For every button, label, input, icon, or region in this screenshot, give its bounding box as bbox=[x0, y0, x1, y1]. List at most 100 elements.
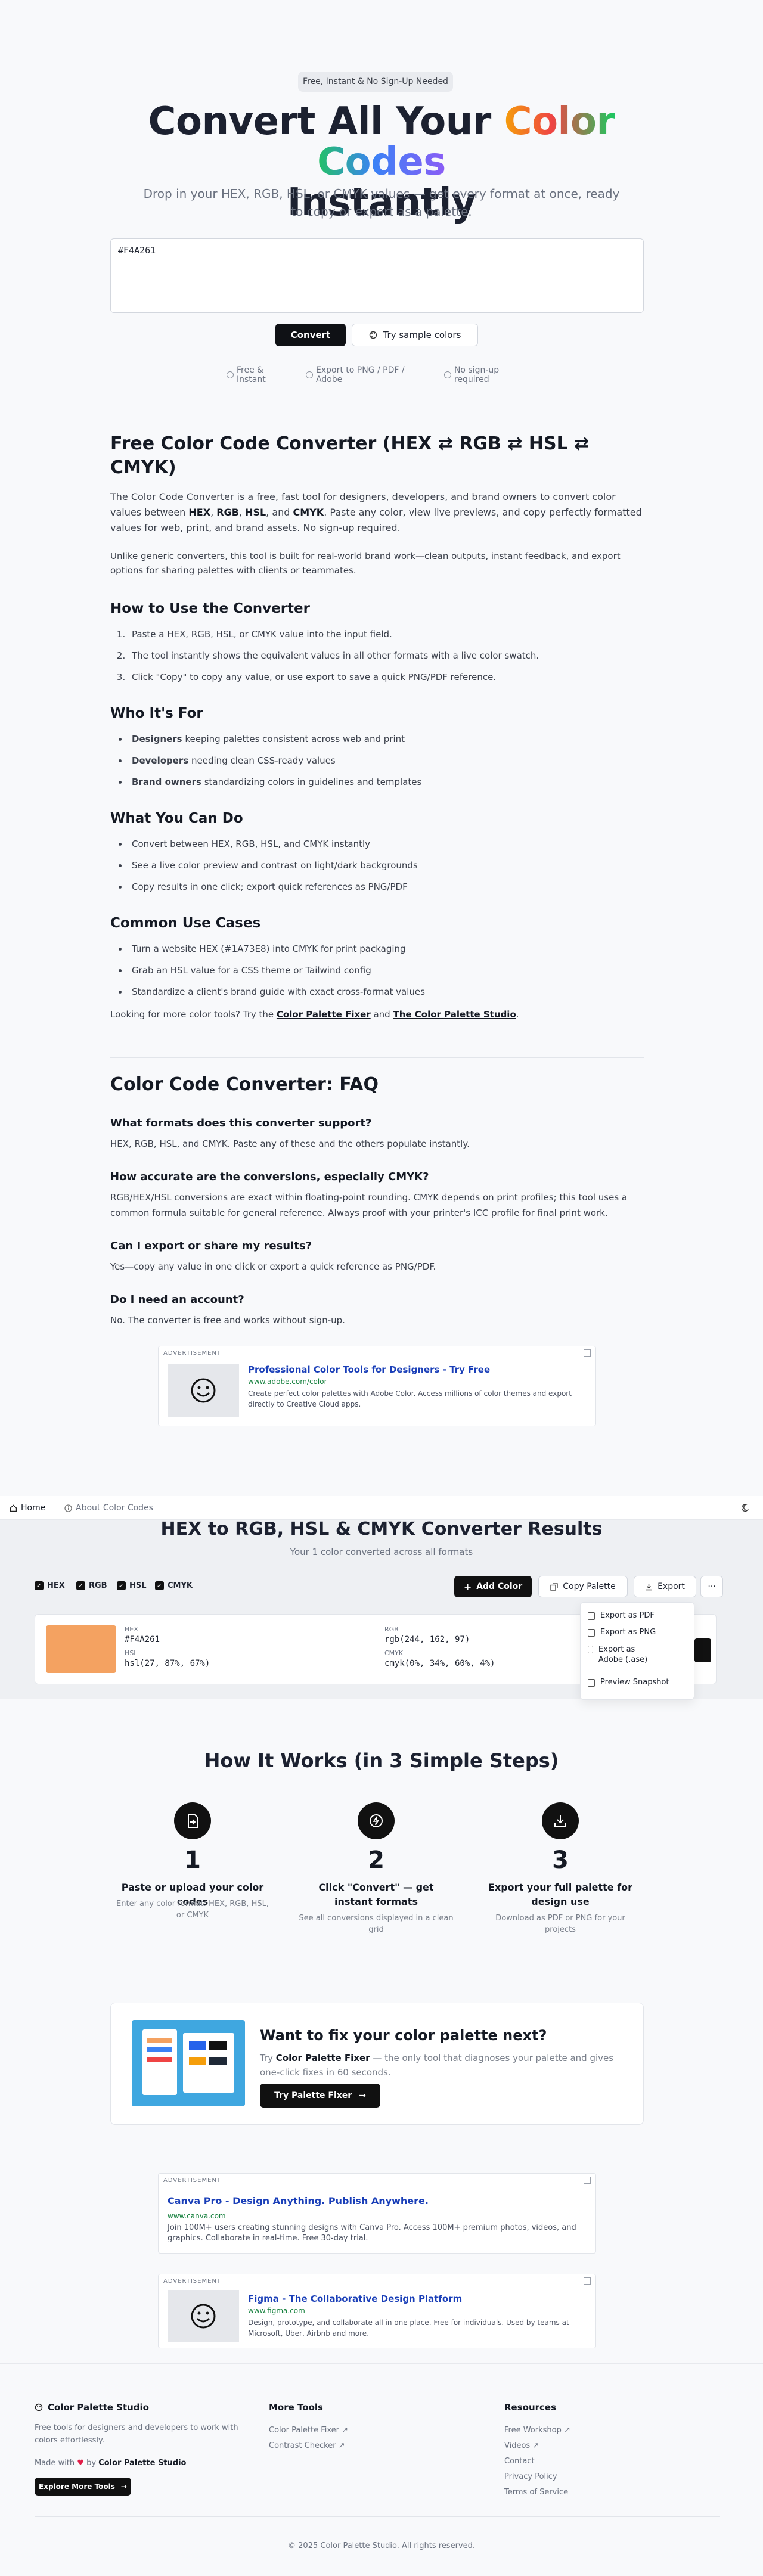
step-3-icon-circle bbox=[542, 1802, 579, 1839]
list-item-bold: Brand owners bbox=[132, 777, 201, 787]
faq-answer: Yes—copy any value in one click or expor… bbox=[110, 1261, 436, 1272]
how-to-use-heading: How to Use the Converter bbox=[110, 601, 310, 616]
cta-illustration bbox=[132, 2020, 245, 2106]
step-1-number: 1 bbox=[184, 1846, 201, 1874]
footer: Color Palette Studio Free tools for desi… bbox=[0, 2363, 763, 2576]
ad-title[interactable]: Figma - The Collaborative Design Platfor… bbox=[248, 2293, 462, 2304]
home-icon bbox=[10, 1504, 17, 1512]
ad-description: Create perfect color palettes with Adobe… bbox=[248, 1389, 572, 1408]
footer-link-privacy[interactable]: Privacy Policy bbox=[504, 2472, 557, 2481]
format-toggle-hsl[interactable]: ✓ HSL bbox=[117, 1581, 147, 1590]
hero-badge: Free, Instant & No Sign-Up Needed bbox=[298, 72, 453, 92]
copy-palette-button[interactable]: Copy Palette bbox=[538, 1576, 628, 1597]
footer-divider bbox=[35, 2516, 720, 2517]
sample-colors-button[interactable]: Try sample colors bbox=[352, 324, 478, 346]
footer-link-palette-fixer[interactable]: Color Palette Fixer ↗ bbox=[269, 2426, 348, 2435]
camera-icon bbox=[588, 1679, 595, 1687]
format-label: HSL bbox=[129, 1581, 147, 1590]
footer-link-contact[interactable]: Contact bbox=[504, 2457, 535, 2466]
cta-text-bold: Color Palette Fixer bbox=[275, 2053, 370, 2063]
more-options-button[interactable]: ··· bbox=[700, 1576, 723, 1597]
intro-cmyk: CMYK bbox=[293, 507, 324, 518]
intro-sep: , bbox=[238, 507, 246, 518]
ad-url: www.canva.com bbox=[168, 2212, 226, 2220]
nav-about[interactable]: About Color Codes bbox=[64, 1503, 153, 1513]
faq-section: Color Code Converter: FAQ What formats d… bbox=[110, 1073, 647, 1328]
palette-studio-link[interactable]: The Color Palette Studio bbox=[393, 1009, 516, 1020]
intro-hex: HEX bbox=[188, 507, 211, 518]
palette-fixer-link[interactable]: Color Palette Fixer bbox=[277, 1009, 371, 1020]
cmyk-label: CMYK bbox=[384, 1649, 404, 1657]
color-swatch[interactable] bbox=[46, 1625, 116, 1673]
intro-rgb: RGB bbox=[216, 507, 239, 518]
footer-link-contrast-checker[interactable]: Contrast Checker ↗ bbox=[269, 2441, 345, 2450]
faq-answer: HEX, RGB, HSL, and CMYK. Paste any of th… bbox=[110, 1138, 470, 1149]
card-action-button[interactable] bbox=[694, 1638, 711, 1662]
ad-card-canva[interactable]: ADVERTISEMENT Canva Pro - Design Anythin… bbox=[158, 2173, 596, 2254]
nav-home[interactable]: Home bbox=[10, 1503, 45, 1513]
step-2-description: See all conversions displayed in a clean… bbox=[299, 1914, 454, 1934]
rgb-value[interactable]: rgb(244, 162, 97) bbox=[384, 1635, 470, 1644]
step-1-icon-circle bbox=[174, 1802, 211, 1839]
format-toggle-rgb[interactable]: ✓ RGB bbox=[76, 1581, 107, 1590]
hsl-value[interactable]: hsl(27, 87%, 67%) bbox=[125, 1659, 210, 1668]
ad-description: Design, prototype, and collaborate all i… bbox=[248, 2319, 569, 2338]
ad-card-figma[interactable]: ADVERTISEMENT Figma - The Collaborative … bbox=[158, 2274, 596, 2348]
menu-export-pdf[interactable]: Export as PDF bbox=[588, 1611, 655, 1620]
list-item: Brand owners standardizing colors in gui… bbox=[128, 775, 647, 789]
expand-icon[interactable] bbox=[584, 2177, 591, 2184]
menu-preview-snapshot[interactable]: Preview Snapshot bbox=[588, 1678, 669, 1687]
smiley-icon bbox=[191, 2304, 216, 2329]
heart-icon: ♥ bbox=[77, 2459, 84, 2468]
list-item-text: needing clean CSS-ready values bbox=[188, 755, 336, 766]
smiley-icon bbox=[191, 1378, 216, 1403]
try-palette-fixer-button[interactable]: Try Palette Fixer → bbox=[260, 2084, 380, 2108]
check-circle-icon bbox=[443, 371, 451, 378]
add-color-button[interactable]: + Add Color bbox=[454, 1576, 532, 1597]
image-icon bbox=[588, 1629, 595, 1637]
color-input[interactable] bbox=[110, 238, 644, 313]
explore-tools-button[interactable]: Explore More Tools → bbox=[35, 2478, 131, 2496]
nav-about-label: About Color Codes bbox=[76, 1503, 153, 1513]
list-item-text: keeping palettes consistent across web a… bbox=[182, 734, 405, 744]
arrow-right-icon: → bbox=[359, 2091, 366, 2100]
menu-export-adobe[interactable]: Export as Adobe (.ase) bbox=[588, 1644, 659, 1665]
moon-icon[interactable] bbox=[742, 1504, 750, 1512]
article-title: Free Color Code Converter (HEX ⇄ RGB ⇄ H… bbox=[110, 433, 590, 478]
list-item: Paste a HEX, RGB, HSL, or CMYK value int… bbox=[128, 628, 647, 641]
download-icon bbox=[646, 1583, 652, 1590]
external-link-icon: ↗ bbox=[564, 2426, 570, 2435]
article: Free Color Code Converter (HEX ⇄ RGB ⇄ H… bbox=[110, 432, 647, 1022]
check-circle-icon bbox=[227, 371, 234, 378]
hero-subtitle: Drop in your HEX, RGB, HSL, or CMYK valu… bbox=[143, 187, 620, 219]
intro-hsl: HSL bbox=[245, 507, 266, 518]
palette-icon bbox=[369, 331, 377, 339]
format-toggle-cmyk[interactable]: ✓ CMYK bbox=[155, 1581, 193, 1590]
ad-label: ADVERTISEMENT bbox=[163, 2278, 222, 2285]
list-item: Developers needing clean CSS-ready value… bbox=[128, 754, 647, 767]
intro-sep: , bbox=[210, 507, 217, 518]
footer-link-terms[interactable]: Terms of Service bbox=[504, 2488, 568, 2497]
ad-title[interactable]: Professional Color Tools for Designers -… bbox=[248, 1364, 490, 1375]
format-toggle-hex[interactable]: ✓ HEX bbox=[35, 1581, 65, 1590]
hex-value[interactable]: #F4A261 bbox=[125, 1635, 160, 1644]
list-item: Turn a website HEX (#1A73E8) into CMYK f… bbox=[128, 942, 647, 955]
cmyk-value[interactable]: cmyk(0%, 34%, 60%, 4%) bbox=[384, 1659, 495, 1668]
copy-icon bbox=[550, 1582, 558, 1591]
expand-icon[interactable] bbox=[584, 2277, 591, 2285]
arrow-right-icon: → bbox=[120, 2482, 127, 2491]
ad-card-adobe[interactable]: ADVERTISEMENT Professional Color Tools f… bbox=[158, 1346, 596, 1426]
cta-text: Try Color Palette Fixer — the only tool … bbox=[260, 2051, 618, 2080]
export-button[interactable]: Export bbox=[634, 1576, 696, 1597]
list-item: Copy results in one click; export quick … bbox=[128, 880, 647, 893]
ad-label: ADVERTISEMENT bbox=[163, 1350, 222, 1357]
faq-question: How accurate are the conversions, especi… bbox=[110, 1171, 429, 1183]
expand-icon[interactable] bbox=[584, 1349, 591, 1357]
menu-export-png[interactable]: Export as PNG bbox=[588, 1628, 656, 1637]
footer-link-workshop[interactable]: Free Workshop ↗ bbox=[504, 2426, 570, 2435]
list-item-text: standardizing colors in guidelines and t… bbox=[201, 777, 422, 787]
convert-button[interactable]: Convert bbox=[275, 324, 346, 346]
footer-link-videos[interactable]: Videos ↗ bbox=[504, 2441, 539, 2450]
article-intro-2: Unlike generic converters, this tool is … bbox=[110, 551, 621, 576]
ad-title[interactable]: Canva Pro - Design Anything. Publish Any… bbox=[168, 2195, 429, 2206]
